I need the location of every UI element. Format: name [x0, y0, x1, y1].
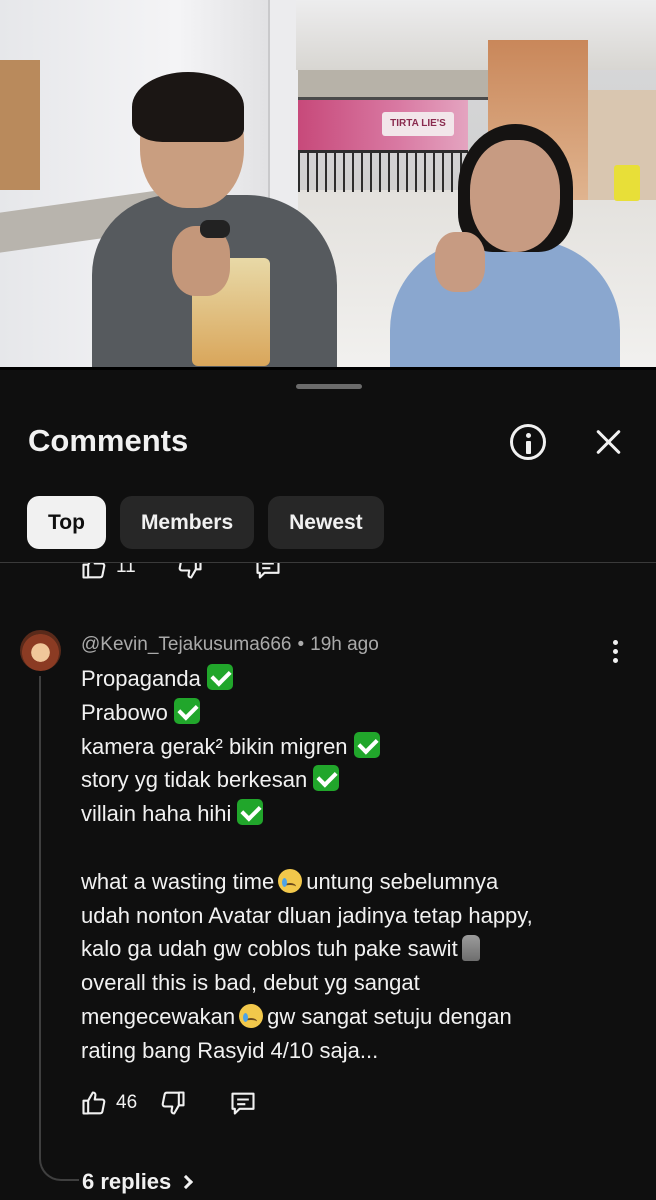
reply-icon[interactable] [229, 1089, 257, 1117]
comment-line-blank [81, 831, 581, 865]
comment-line: story yg tidak berkesan [81, 763, 581, 797]
comment-line: udah nonton Avatar dluan jadinya tetap h… [81, 902, 533, 928]
comment-text: Propaganda Prabowo kamera gerak² bikin m… [81, 662, 581, 1068]
video-person-right-head [470, 140, 560, 252]
sheet-title: Comments [28, 423, 189, 458]
avatar[interactable] [20, 630, 61, 671]
video-person-right-hand [435, 232, 485, 292]
drag-handle[interactable] [296, 384, 362, 389]
info-icon[interactable] [510, 424, 546, 460]
like-count: 46 [116, 1092, 138, 1113]
close-icon[interactable] [590, 424, 628, 462]
video-person-left-hair [132, 72, 244, 142]
like-icon[interactable] [80, 1089, 108, 1117]
dislike-icon[interactable] [176, 563, 204, 581]
comment-actions: 46 [80, 1089, 257, 1117]
comment-line: kamera gerak² bikin migren [81, 730, 581, 764]
check-mark-icon [206, 664, 233, 690]
chip-members[interactable]: Members [119, 496, 255, 549]
check-mark-icon [313, 765, 340, 792]
video-scene-fence [298, 150, 468, 192]
comment-author[interactable]: @Kevin_Tejakusuma666 [81, 634, 291, 655]
thread-line [39, 676, 79, 1181]
dislike-icon[interactable] [159, 1089, 187, 1117]
more-vert-icon[interactable] [610, 640, 620, 666]
video-scene-chair [614, 165, 640, 201]
video-microphone [200, 220, 230, 238]
previous-like-count: 11 [116, 563, 136, 577]
like-icon[interactable] [80, 563, 108, 581]
comment-line: villain haha hihi [81, 797, 581, 831]
comment-line: overall this is bad, debut yg sangat [81, 970, 420, 996]
video-scene-store-sign: TIRTA LIE'S [382, 112, 454, 136]
chip-newest[interactable]: Newest [268, 496, 384, 549]
video-person-right-body [390, 240, 620, 370]
sort-chips: Top Members Newest [27, 496, 384, 549]
header-separator: • [297, 634, 305, 655]
video-scene-pillar [268, 0, 298, 210]
chevron-right-icon [179, 1174, 194, 1190]
video-scene-ceiling [296, 0, 656, 70]
comment-line: what a wasting time untung sebelumnya [81, 868, 499, 894]
previous-comment-actions: 11 [0, 563, 656, 585]
comment-line: mengecewakan gw sangat setuju dengan [81, 1003, 512, 1029]
crying-face-icon [239, 1003, 264, 1028]
comment-line: Prabowo [81, 696, 581, 730]
check-mark-icon [173, 697, 200, 724]
video-scene-wood-panel [0, 60, 40, 190]
check-mark-icon [237, 799, 264, 826]
video-scene-mezzanine [298, 70, 498, 100]
crying-face-icon [278, 868, 303, 893]
comment-line: Propaganda [81, 662, 581, 696]
moai-icon [461, 935, 480, 962]
replies-button[interactable]: 6 replies [82, 1169, 194, 1195]
chip-top[interactable]: Top [27, 496, 106, 549]
replies-label: 6 replies [82, 1169, 172, 1194]
comments-sheet: Comments Top Members Newest 11 @Kevin_Te… [0, 370, 656, 1200]
reply-icon[interactable] [254, 563, 282, 581]
video-player[interactable]: TIRTA LIE'S [0, 0, 656, 370]
check-mark-icon [353, 731, 380, 758]
comment-line: kalo ga udah gw coblos tuh pake sawit [81, 932, 581, 966]
comment-line: rating bang Rasyid 4/10 saja... [81, 1037, 379, 1063]
comment-time: 19h ago [310, 634, 379, 655]
comment-header: @Kevin_Tejakusuma666 • 19h ago [81, 634, 379, 656]
